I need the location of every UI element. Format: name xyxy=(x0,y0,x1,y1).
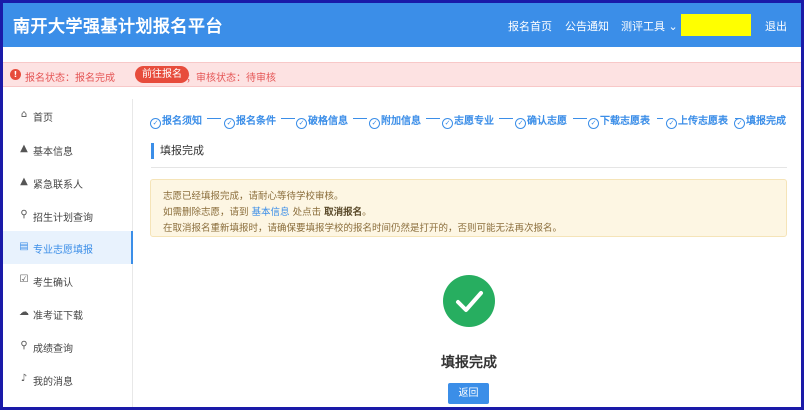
sidebar-item-label: 首页 xyxy=(33,113,53,124)
section-title: 填报完成 xyxy=(151,143,204,159)
check-circle-icon: ✓ xyxy=(442,118,453,129)
sidebar-item-label: 紧急联系人 xyxy=(33,180,83,191)
nav-announcements[interactable]: 公告通知 xyxy=(565,18,609,34)
sidebar-item-label: 成绩查询 xyxy=(33,344,73,355)
bell-icon: ♪ xyxy=(20,373,28,384)
sidebar-item-basic-info[interactable]: ▲ 基本信息 xyxy=(3,133,133,166)
step-connector xyxy=(573,118,587,119)
check-circle-icon: ✓ xyxy=(150,118,161,129)
sidebar-item-candidate-confirm[interactable]: ☑ 考生确认 xyxy=(3,264,133,297)
user-name-redacted[interactable] xyxy=(681,14,751,36)
sidebar-item-enrollment-plan[interactable]: ⚲ 招生计划查询 xyxy=(3,199,133,232)
sidebar-item-home[interactable]: ⌂ 首页 xyxy=(3,99,133,132)
sidebar-item-major-application[interactable]: ▤ 专业志愿填报 xyxy=(3,231,133,264)
sidebar-item-label: 我的消息 xyxy=(33,377,73,388)
step-registration-conditions: ✓ 报名条件 xyxy=(224,112,276,129)
app-frame: 南开大学强基计划报名平台 报名首页 公告通知 测评工具 ⌄ 退出 ! 报名状态：… xyxy=(0,0,804,410)
step-exceptional-info: ✓ 破格信息 xyxy=(296,112,348,129)
contact-icon: ▲ xyxy=(20,176,28,187)
nav-assessment-tools[interactable]: 测评工具 ⌄ xyxy=(621,18,678,34)
checkmark-icon xyxy=(456,291,483,312)
alert-icon: ! xyxy=(10,69,21,80)
document-icon: ▤ xyxy=(19,241,29,252)
site-title: 南开大学强基计划报名平台 xyxy=(13,17,223,37)
checkbox-icon: ☑ xyxy=(19,274,29,285)
basic-info-link[interactable]: 基本信息 xyxy=(252,207,290,218)
sidebar-item-label: 基本信息 xyxy=(33,147,73,158)
cloud-download-icon: ☁ xyxy=(19,307,29,318)
user-icon: ▲ xyxy=(20,143,28,154)
goto-registration-button[interactable]: 前往报名 xyxy=(135,66,189,83)
step-registration-notice: ✓ 报名须知 xyxy=(150,112,202,129)
step-preferred-majors: ✓ 志愿专业 xyxy=(442,112,494,129)
logout-link[interactable]: 退出 xyxy=(765,18,787,34)
sidebar-item-label: 招生计划查询 xyxy=(33,213,93,224)
sidebar-item-label: 专业志愿填报 xyxy=(33,245,93,256)
check-circle-icon: ✓ xyxy=(296,118,307,129)
check-circle-icon: ✓ xyxy=(369,118,380,129)
step-upload-form: ✓ 上传志愿表 xyxy=(666,112,728,129)
sidebar-item-emergency-contact[interactable]: ▲ 紧急联系人 xyxy=(3,166,133,199)
sidebar-item-label: 准考证下载 xyxy=(33,311,83,322)
sidebar-item-label: 考生确认 xyxy=(33,278,73,289)
completion-title: 填报完成 xyxy=(441,355,497,371)
home-icon: ⌂ xyxy=(20,109,28,120)
check-circle-icon: ✓ xyxy=(734,118,745,129)
status-alert-bar: ! 报名状态：报名完成 前往报名 ；审核状态：待审核 xyxy=(3,62,801,87)
check-circle-icon: ✓ xyxy=(588,118,599,129)
info-notice-box: 志愿已经填报完成，请耐心等待学校审核。 如需删除志愿，请到 基本信息 处点击 取… xyxy=(150,179,787,237)
search-icon: ⚲ xyxy=(20,209,28,220)
info-line-1: 志愿已经填报完成，请耐心等待学校审核。 xyxy=(163,191,344,202)
step-additional-info: ✓ 附加信息 xyxy=(369,112,421,129)
step-connector xyxy=(353,118,367,119)
nav-registration-home[interactable]: 报名首页 xyxy=(508,18,552,34)
step-download-form: ✓ 下载志愿表 xyxy=(588,112,650,129)
sidebar-item-score-query[interactable]: ⚲ 成绩查询 xyxy=(3,330,133,363)
success-check-icon xyxy=(443,275,495,327)
step-connector xyxy=(207,118,221,119)
step-connector xyxy=(499,118,513,119)
step-confirm-preferences: ✓ 确认志愿 xyxy=(515,112,567,129)
sidebar-item-admission-ticket[interactable]: ☁ 准考证下载 xyxy=(3,297,133,330)
check-circle-icon: ✓ xyxy=(666,118,677,129)
step-connector xyxy=(657,118,663,119)
search-icon: ⚲ xyxy=(20,340,28,351)
step-connector xyxy=(426,118,440,119)
review-status-text: ；审核状态：待审核 xyxy=(186,73,276,84)
step-connector xyxy=(281,118,295,119)
info-line-2: 如需删除志愿，请到 基本信息 处点击 取消报名。 xyxy=(163,207,372,218)
divider xyxy=(151,167,787,168)
check-circle-icon: ✓ xyxy=(515,118,526,129)
step-application-complete: ✓ 填报完成 xyxy=(734,112,786,129)
back-button[interactable]: 返回 xyxy=(448,383,489,404)
top-navbar: 南开大学强基计划报名平台 报名首页 公告通知 测评工具 ⌄ 退出 xyxy=(3,3,801,47)
cancel-registration-text: 取消报名 xyxy=(324,207,363,218)
registration-status-text: 报名状态：报名完成 xyxy=(25,73,115,84)
sidebar: ⌂ 首页 ▲ 基本信息 ▲ 紧急联系人 ⚲ 招生计划查询 ▤ 专业志愿填报 ☑ … xyxy=(3,99,133,407)
check-circle-icon: ✓ xyxy=(224,118,235,129)
sidebar-item-my-messages[interactable]: ♪ 我的消息 xyxy=(3,363,133,396)
info-line-3: 在取消报名重新填报时，请确保要填报学校的报名时间仍然是打开的，否则可能无法再次报… xyxy=(163,223,563,234)
